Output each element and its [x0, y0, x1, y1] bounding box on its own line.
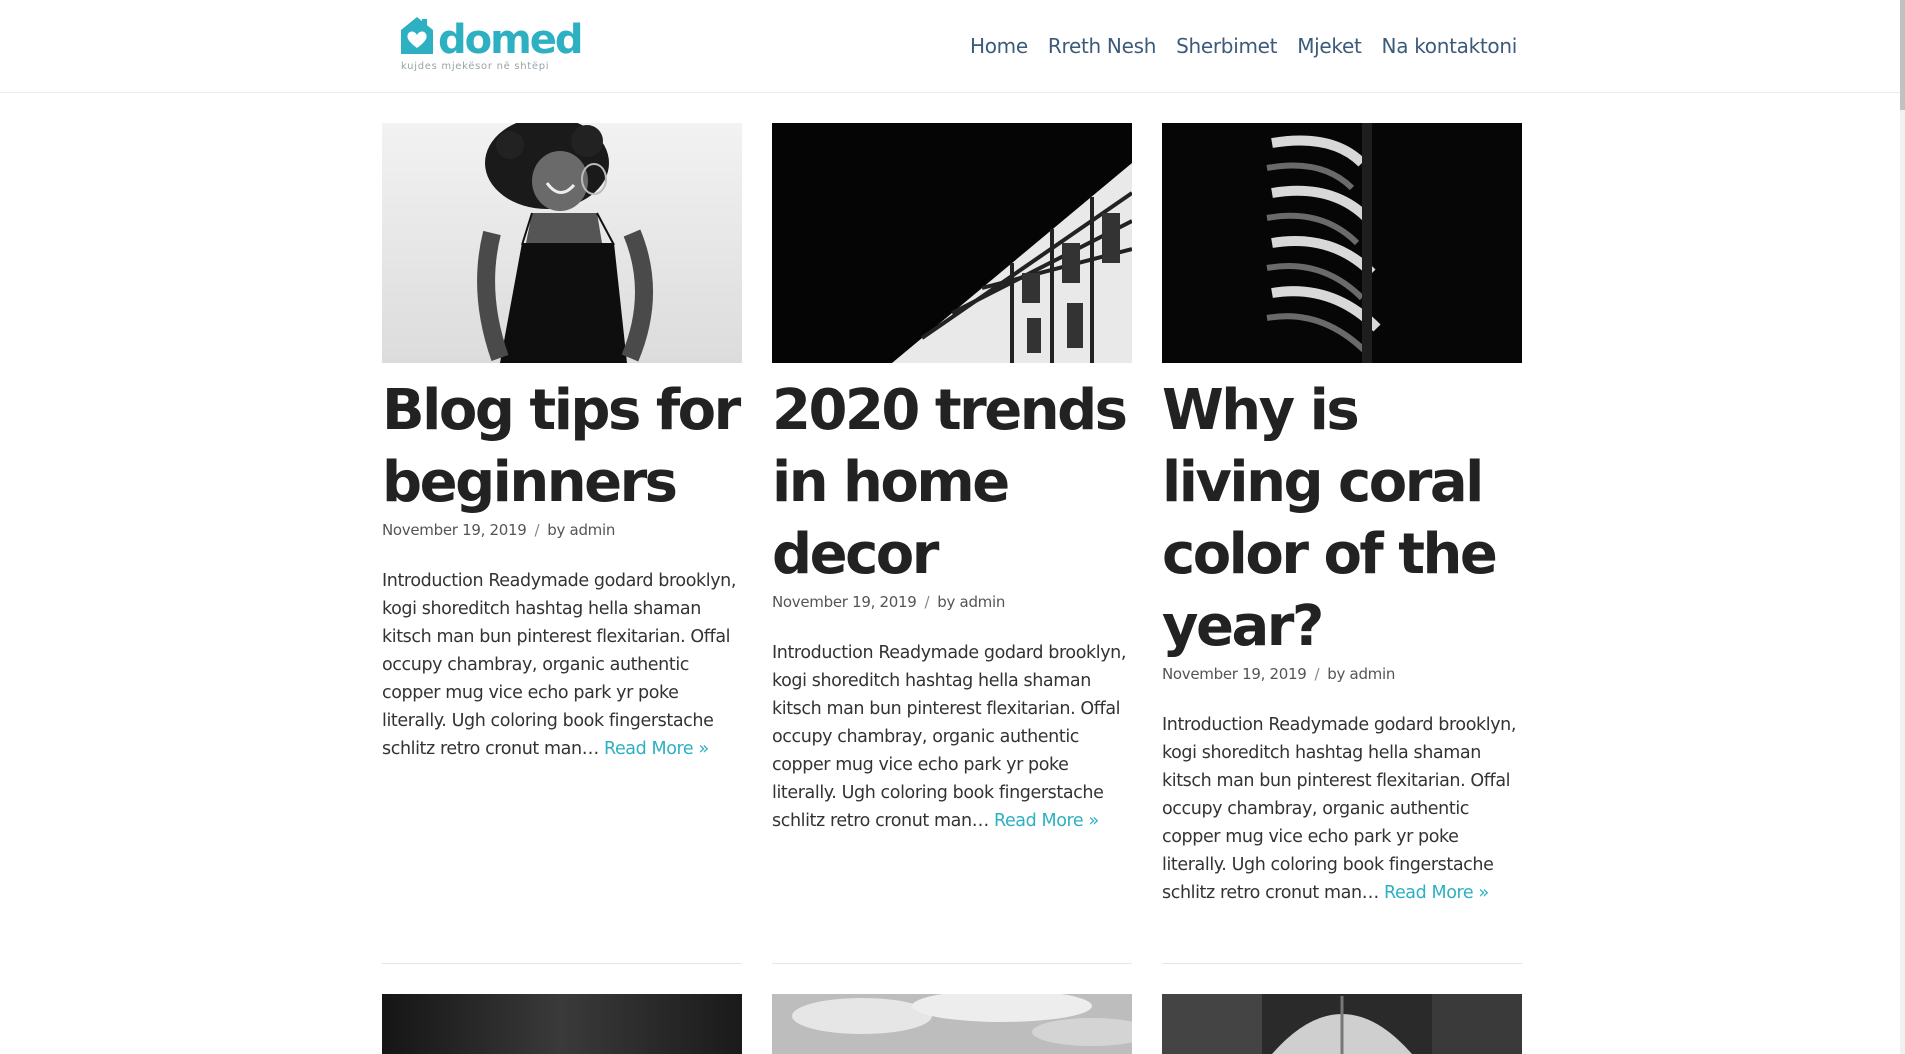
- meta-separator: /: [534, 521, 540, 539]
- logo-wordmark: domed: [438, 17, 584, 63]
- nav-rreth-nesh[interactable]: Rreth Nesh: [1048, 30, 1157, 62]
- nav-mjeket[interactable]: Mjeket: [1297, 30, 1362, 62]
- post-excerpt: Introduction Readymade godard brooklyn, …: [772, 639, 1132, 835]
- house-heart-icon: [401, 17, 433, 54]
- main-navigation: Home Rreth Nesh Sherbimet Mjeket Na kont…: [970, 30, 1517, 62]
- author-link[interactable]: admin: [1350, 665, 1396, 683]
- building-facade-photo: [772, 123, 1132, 363]
- post-thumbnail[interactable]: [772, 123, 1132, 363]
- post-card: Why is living coral color of the year? N…: [1162, 123, 1522, 907]
- author-prefix: by: [1327, 665, 1346, 683]
- dome-building-photo: [1162, 994, 1522, 1054]
- read-more-link[interactable]: Read More »: [1384, 883, 1489, 903]
- next-post-thumbnail[interactable]: [772, 994, 1132, 1054]
- post-title-link[interactable]: Why is living coral color of the year?: [1162, 378, 1498, 659]
- card-divider: [1162, 963, 1522, 964]
- read-more-link[interactable]: Read More »: [604, 739, 709, 759]
- post-date: November 19, 2019: [1162, 665, 1307, 683]
- author-prefix: by: [937, 593, 956, 611]
- nav-home[interactable]: Home: [970, 30, 1028, 62]
- post-meta: November 19, 2019 / by admin: [382, 521, 742, 539]
- site-header: domed kujdes mjekësor në shtëpi Home Rre…: [0, 0, 1900, 93]
- author-prefix: by: [547, 521, 566, 539]
- scrollbar-thumb[interactable]: [1900, 0, 1905, 110]
- post-title-link[interactable]: Blog tips for beginners: [382, 378, 741, 515]
- author-link[interactable]: admin: [570, 521, 616, 539]
- spiral-staircase-photo: [1162, 123, 1522, 363]
- excerpt-text: Introduction Readymade godard brooklyn, …: [382, 571, 737, 759]
- post-title: Why is living coral color of the year?: [1162, 375, 1522, 663]
- post-title-link[interactable]: 2020 trends in home decor: [772, 378, 1128, 587]
- excerpt-text: Introduction Readymade godard brooklyn, …: [772, 643, 1127, 831]
- post-date: November 19, 2019: [772, 593, 917, 611]
- woman-portrait-photo: [382, 123, 742, 363]
- next-post-thumbnail[interactable]: [382, 994, 742, 1054]
- page-scrollbar[interactable]: [1900, 0, 1905, 1054]
- next-post-thumbnail[interactable]: [1162, 994, 1522, 1054]
- post-author: by admin: [1327, 665, 1395, 683]
- post-card: Blog tips for beginners November 19, 201…: [382, 123, 742, 763]
- post-excerpt: Introduction Readymade godard brooklyn, …: [382, 567, 742, 763]
- excerpt-text: Introduction Readymade godard brooklyn, …: [1162, 715, 1517, 903]
- post-thumbnail[interactable]: [382, 123, 742, 363]
- post-title: Blog tips for beginners: [382, 375, 742, 519]
- post-author: by admin: [937, 593, 1005, 611]
- read-more-link[interactable]: Read More »: [994, 811, 1099, 831]
- post-author: by admin: [547, 521, 615, 539]
- logo-tagline: kujdes mjekësor në shtëpi: [401, 61, 550, 72]
- dark-gradient-photo: [382, 994, 742, 1054]
- nav-sherbimet[interactable]: Sherbimet: [1176, 30, 1277, 62]
- post-title: 2020 trends in home decor: [772, 375, 1132, 591]
- cloudy-sky-photo: [772, 994, 1132, 1054]
- post-meta: November 19, 2019 / by admin: [1162, 665, 1522, 683]
- site-logo[interactable]: domed kujdes mjekësor në shtëpi: [398, 14, 584, 76]
- card-divider: [772, 963, 1132, 964]
- post-excerpt: Introduction Readymade godard brooklyn, …: [1162, 711, 1522, 907]
- post-thumbnail[interactable]: [1162, 123, 1522, 363]
- author-link[interactable]: admin: [960, 593, 1006, 611]
- meta-separator: /: [924, 593, 930, 611]
- post-date: November 19, 2019: [382, 521, 527, 539]
- nav-na-kontaktoni[interactable]: Na kontaktoni: [1382, 30, 1518, 62]
- card-divider: [382, 963, 742, 964]
- post-meta: November 19, 2019 / by admin: [772, 593, 1132, 611]
- meta-separator: /: [1314, 665, 1320, 683]
- post-card: 2020 trends in home decor November 19, 2…: [772, 123, 1132, 835]
